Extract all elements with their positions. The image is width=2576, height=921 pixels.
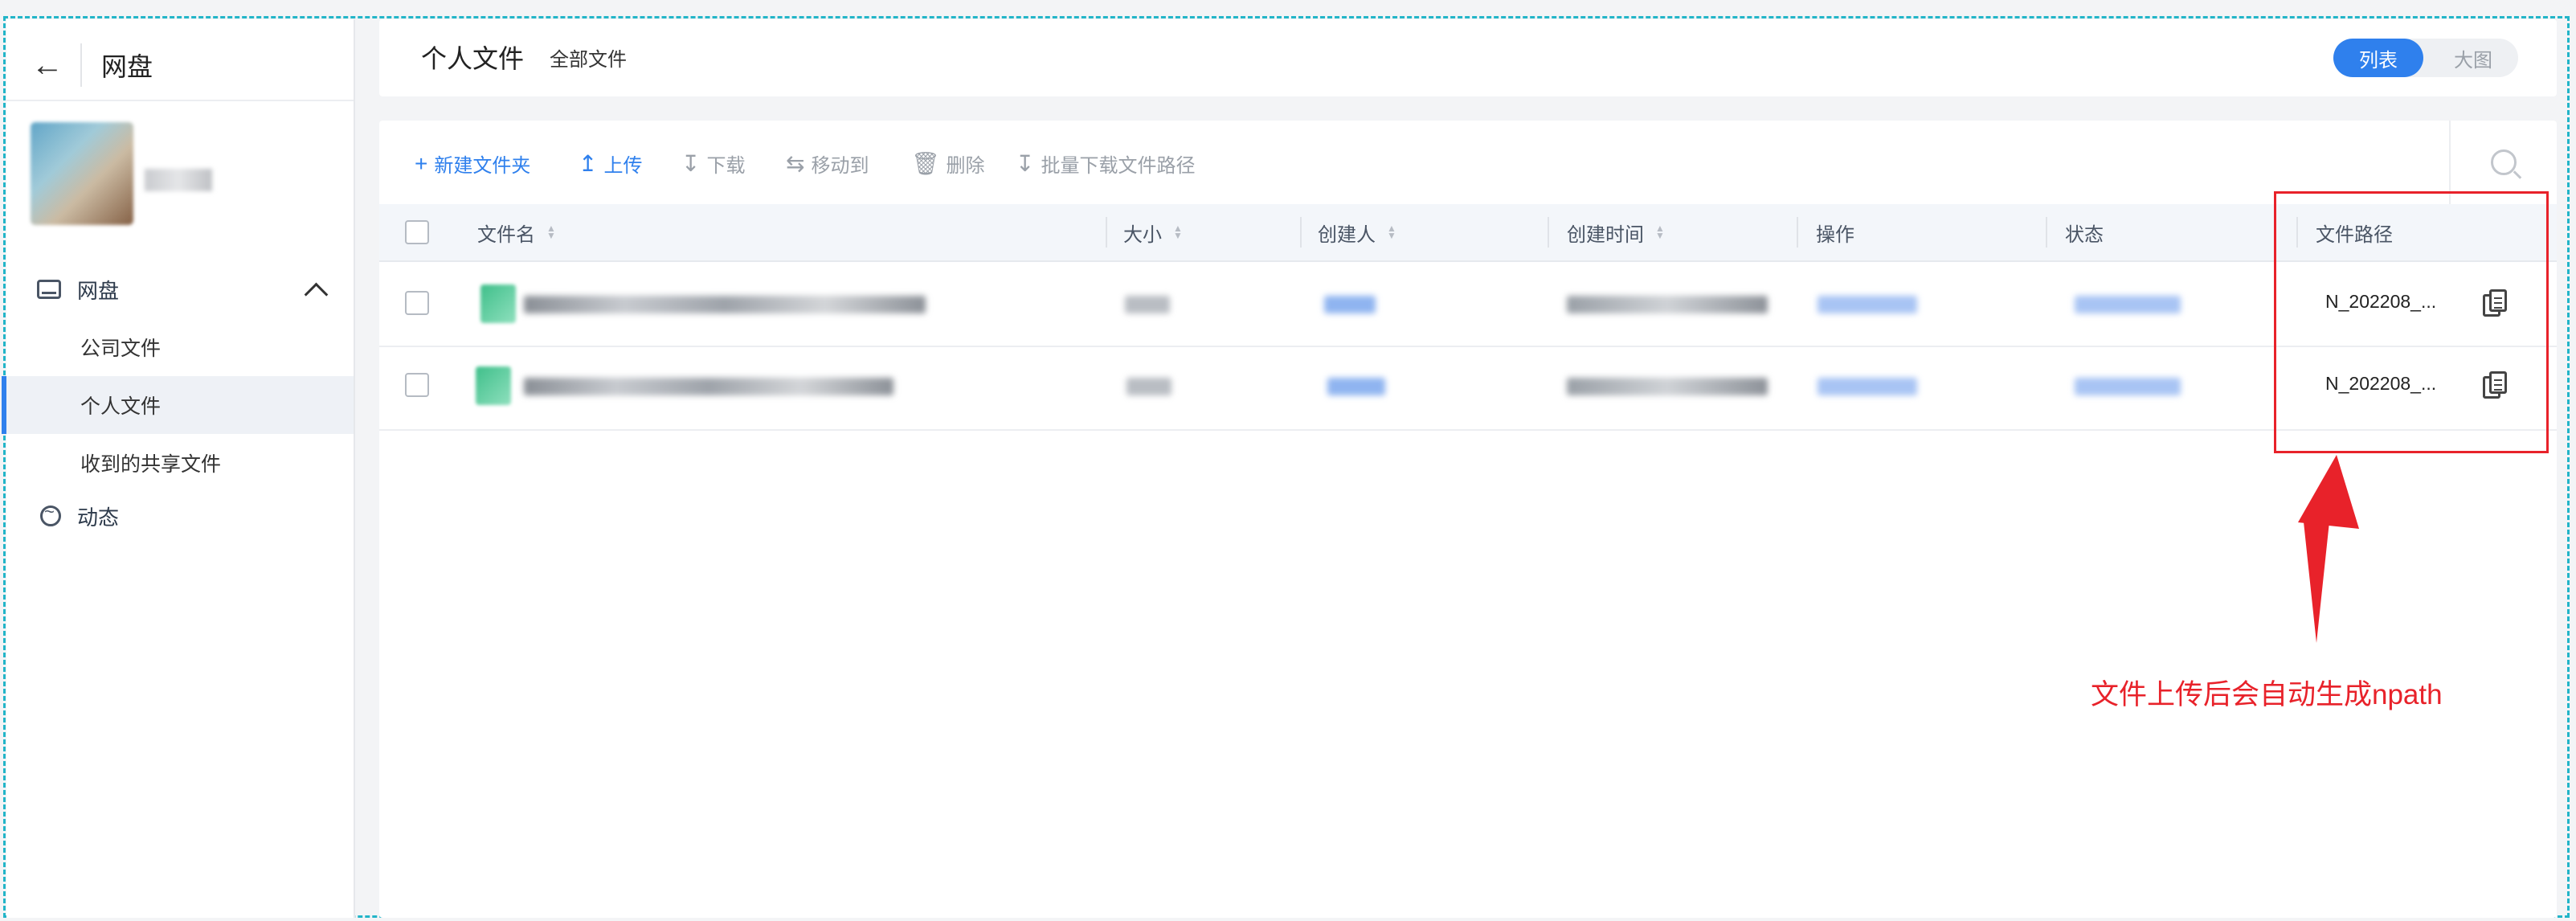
column-header-actions: 操作 [1816,223,1854,246]
file-type-icon [480,284,516,323]
select-all-checkbox[interactable] [405,220,429,244]
file-type-icon [476,366,511,405]
nav-group-netdisk[interactable]: 网盘 [6,260,354,318]
column-header-size[interactable]: 大小 ▲ ▼ [1123,204,1183,260]
activity-icon [40,501,61,526]
upload-button[interactable]: ↥ 上传 [579,149,642,178]
annotation-text: 文件上传后会自动生成npath [2091,679,2443,710]
row-checkbox[interactable] [405,373,429,397]
download-button[interactable]: ↧ 下载 [681,149,745,178]
table-row[interactable]: N_202208_... [379,262,2557,347]
status-blurred [2075,378,2181,395]
column-separator [2046,217,2047,248]
annotation-highlight-box [2274,191,2549,453]
toolbar: + 新建文件夹 ↥ 上传 ↧ 下载 ⇆ 移动到 🗑 删除 ↧ 批量下载文件路径 [379,121,2444,204]
grid-view-button[interactable]: 大图 [2428,39,2518,77]
move-to-button[interactable]: ⇆ 移动到 [786,149,869,178]
created-time-blurred [1567,296,1768,313]
sidebar-item-company-files[interactable]: 公司文件 [6,318,354,376]
file-size-blurred [1125,296,1170,313]
creator-blurred [1327,378,1385,395]
nav-group-label: 网盘 [77,278,120,303]
actions-blurred[interactable] [1818,378,1917,395]
nav-activity-label: 动态 [77,505,120,530]
column-header-status: 状态 [2065,223,2104,246]
table-row[interactable]: N_202208_... [379,346,2557,431]
avatar [31,122,133,225]
swap-icon: ⇆ [786,151,805,176]
sidebar-item-shared-files[interactable]: 收到的共享文件 [6,434,354,492]
back-arrow-icon[interactable]: ← [27,45,67,85]
sort-icon: ▲ ▼ [1173,223,1183,241]
file-list-panel: + 新建文件夹 ↥ 上传 ↧ 下载 ⇆ 移动到 🗑 删除 ↧ 批量下载文件路径 … [379,121,2557,918]
download-icon: ↧ [1016,151,1035,176]
upload-icon: ↥ [579,151,598,176]
breadcrumb[interactable]: 全部文件 [550,43,627,72]
page-title: 个人文件 [421,44,525,73]
creator-blurred [1324,296,1376,313]
row-checkbox[interactable] [405,291,429,315]
column-header-filename[interactable]: 文件名 ▲ ▼ [477,204,556,260]
column-separator [1106,217,1107,248]
download-icon: ↧ [681,151,701,176]
download-label: 下载 [706,155,746,177]
trash-icon: 🗑 [911,151,940,176]
sidebar-item-label: 公司文件 [80,338,162,360]
column-header-creator[interactable]: 创建人 ▲ ▼ [1318,204,1396,260]
view-toggle: 列表 大图 [2333,39,2518,77]
column-header-created-time[interactable]: 创建时间 ▲ ▼ [1567,204,1665,260]
sidebar-item-label: 个人文件 [80,395,162,418]
upload-label: 上传 [603,155,643,177]
search-icon [2491,149,2517,175]
column-separator [1300,217,1302,248]
sidebar-item-label: 收到的共享文件 [80,453,222,476]
sort-icon: ▲ ▼ [546,223,556,241]
new-folder-label: 新建文件夹 [434,155,531,177]
nav-activity[interactable]: 动态 [6,487,354,545]
delete-button[interactable]: 🗑 删除 [911,149,985,178]
sidebar-title: 网盘 [101,52,153,81]
sidebar-item-personal-files[interactable]: 个人文件 [2,376,354,434]
file-name-blurred [524,378,893,395]
user-name-blurred [145,169,212,191]
status-blurred [2075,296,2181,313]
disk-icon [37,280,61,299]
actions-blurred[interactable] [1818,296,1917,313]
chevron-up-icon[interactable] [304,282,329,307]
sort-icon: ▲ ▼ [1655,223,1665,241]
file-size-blurred [1126,378,1171,395]
column-separator [1548,217,1549,248]
batch-download-path-label: 批量下载文件路径 [1041,155,1196,177]
file-name-blurred [524,296,926,313]
move-to-label: 移动到 [811,155,869,177]
table-header: 文件名 ▲ ▼ 大小 ▲ ▼ 创建人 ▲ ▼ 创建时间 ▲ ▼ 操作 状态 文件路径 [379,204,2557,262]
delete-label: 删除 [946,155,985,177]
list-view-button[interactable]: 列表 [2333,39,2423,77]
sort-icon: ▲ ▼ [1387,223,1396,241]
column-separator [1797,217,1798,248]
new-folder-button[interactable]: + 新建文件夹 [415,149,530,178]
plus-icon: + [415,150,428,176]
main-header: 个人文件 全部文件 列表 大图 [379,19,2557,96]
sidebar: ← 网盘 网盘 公司文件 个人文件 收到的共享文件 动态 [2,19,355,918]
divider [80,43,82,87]
created-time-blurred [1567,378,1768,395]
batch-download-path-button[interactable]: ↧ 批量下载文件路径 [1016,149,1195,178]
sidebar-header: ← 网盘 [6,19,354,101]
